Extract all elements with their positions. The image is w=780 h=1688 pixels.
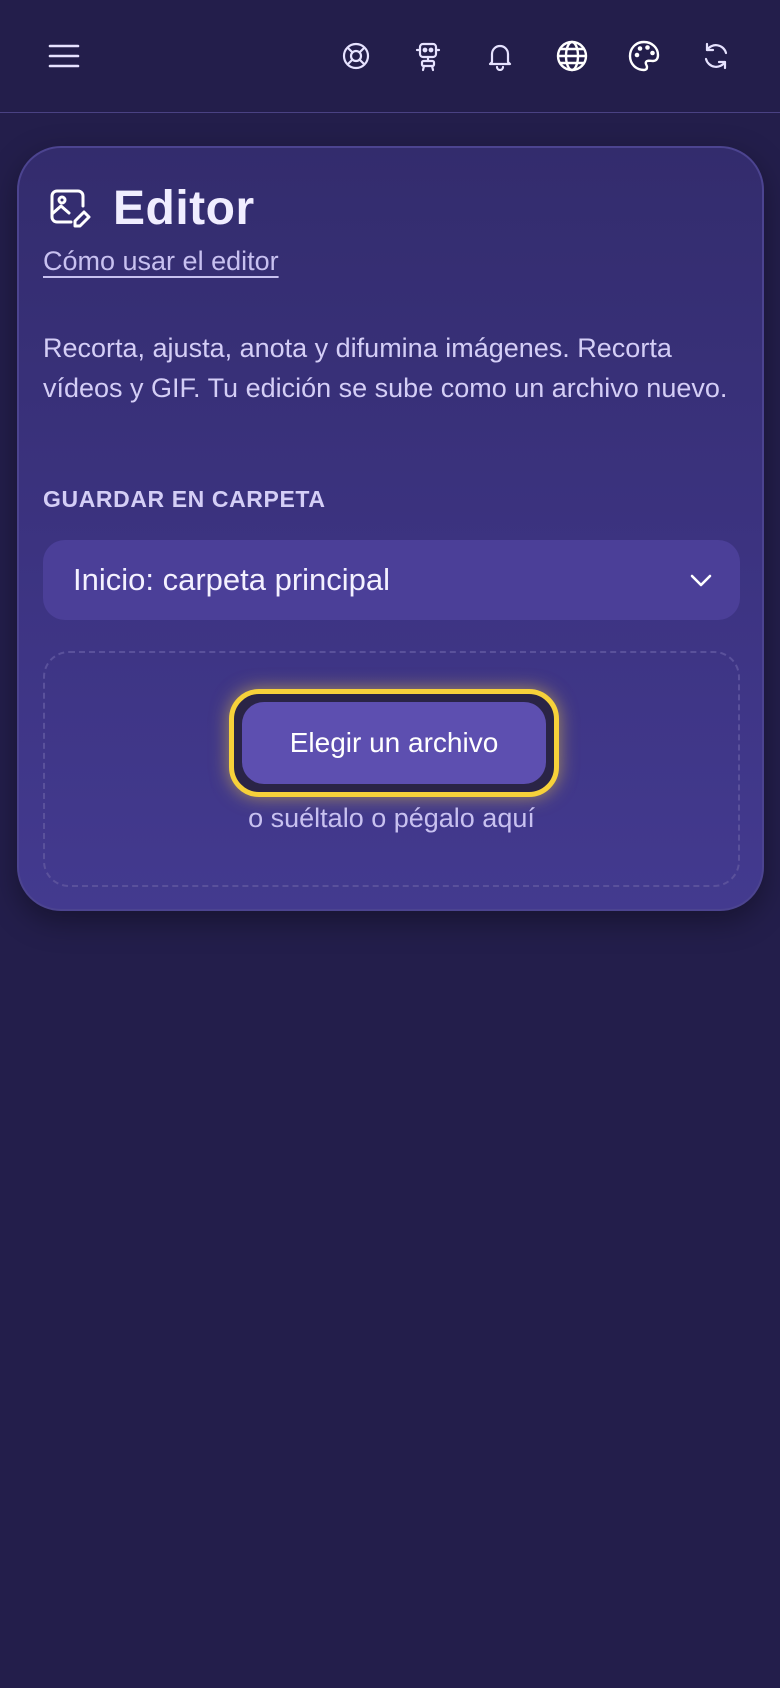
refresh-icon[interactable]	[696, 36, 736, 76]
folder-label: GUARDAR EN CARPETA	[43, 486, 326, 512]
editor-card: Editor Cómo usar el editor Recorta, ajus…	[17, 146, 764, 911]
palette-icon[interactable]	[624, 36, 664, 76]
image-edit-icon	[45, 184, 93, 232]
help-lifebuoy-icon[interactable]	[336, 36, 376, 76]
top-bar	[0, 0, 780, 113]
bell-icon[interactable]	[480, 36, 520, 76]
file-dropzone[interactable]: Elegir un archivo o suéltalo o pégalo aq…	[43, 651, 740, 887]
choose-file-button[interactable]: Elegir un archivo	[242, 702, 546, 784]
folder-select-value: Inicio: carpeta principal	[73, 562, 391, 597]
choose-file-focus-ring: Elegir un archivo	[229, 689, 559, 797]
how-to-use-link[interactable]: Cómo usar el editor	[43, 246, 279, 277]
card-header: Editor	[45, 178, 255, 238]
robot-icon[interactable]	[408, 36, 448, 76]
globe-icon[interactable]	[552, 36, 592, 76]
drop-hint: o suéltalo o pégalo aquí	[248, 803, 535, 833]
editor-description: Recorta, ajusta, anota y difumina imágen…	[43, 333, 728, 403]
menu-icon[interactable]	[46, 40, 82, 72]
chevron-down-icon	[688, 567, 714, 593]
folder-select[interactable]: Inicio: carpeta principal	[43, 540, 740, 620]
page-title: Editor	[113, 181, 255, 235]
